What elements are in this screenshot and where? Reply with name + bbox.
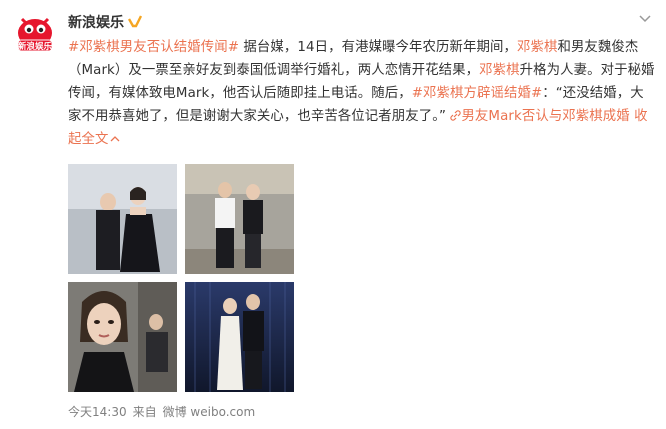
name-link-2[interactable]: 邓紫棋 xyxy=(479,63,519,78)
topic-tag-1[interactable]: #邓紫棋男友否认结婚传闻# xyxy=(68,40,239,55)
chevron-down-icon[interactable] xyxy=(638,12,652,26)
avatar[interactable]: 新浪娱乐 xyxy=(10,9,60,59)
photo-grid xyxy=(68,164,294,392)
name-link-1[interactable]: 邓紫棋 xyxy=(517,40,557,55)
photo-4[interactable] xyxy=(185,282,294,392)
sina-logo-icon: 新浪娱乐 xyxy=(11,10,59,58)
post-segment-1: 据台媒，14日，有港媒曝今年农历新年期间， xyxy=(239,40,517,55)
chevron-up-icon xyxy=(111,136,120,142)
author-name[interactable]: 新浪娱乐 xyxy=(68,12,142,32)
author-name-text[interactable]: 新浪娱乐 xyxy=(68,12,124,32)
link-icon xyxy=(450,110,462,121)
post-source[interactable]: 微博 weibo.com xyxy=(163,403,256,420)
avatar-text: 新浪娱乐 xyxy=(18,41,53,52)
article-link-text: 男友Mark否认与邓紫棋成婚 xyxy=(461,109,630,124)
post-meta: 今天14:30 来自 微博 weibo.com xyxy=(68,403,255,420)
photo-3[interactable] xyxy=(68,282,177,392)
photo-1[interactable] xyxy=(68,164,177,274)
topic-tag-2[interactable]: #邓紫棋方辟谣结婚# xyxy=(412,86,543,101)
photo-2[interactable] xyxy=(185,164,294,274)
post-text: #邓紫棋男友否认结婚传闻# 据台媒，14日，有港媒曝今年农历新年期间，邓紫棋和男… xyxy=(68,36,656,151)
article-link[interactable]: 男友Mark否认与邓紫棋成婚 xyxy=(450,109,630,124)
source-prefix: 来自 xyxy=(132,405,157,419)
post-time[interactable]: 今天14:30 xyxy=(68,403,127,420)
verified-icon xyxy=(128,15,142,28)
